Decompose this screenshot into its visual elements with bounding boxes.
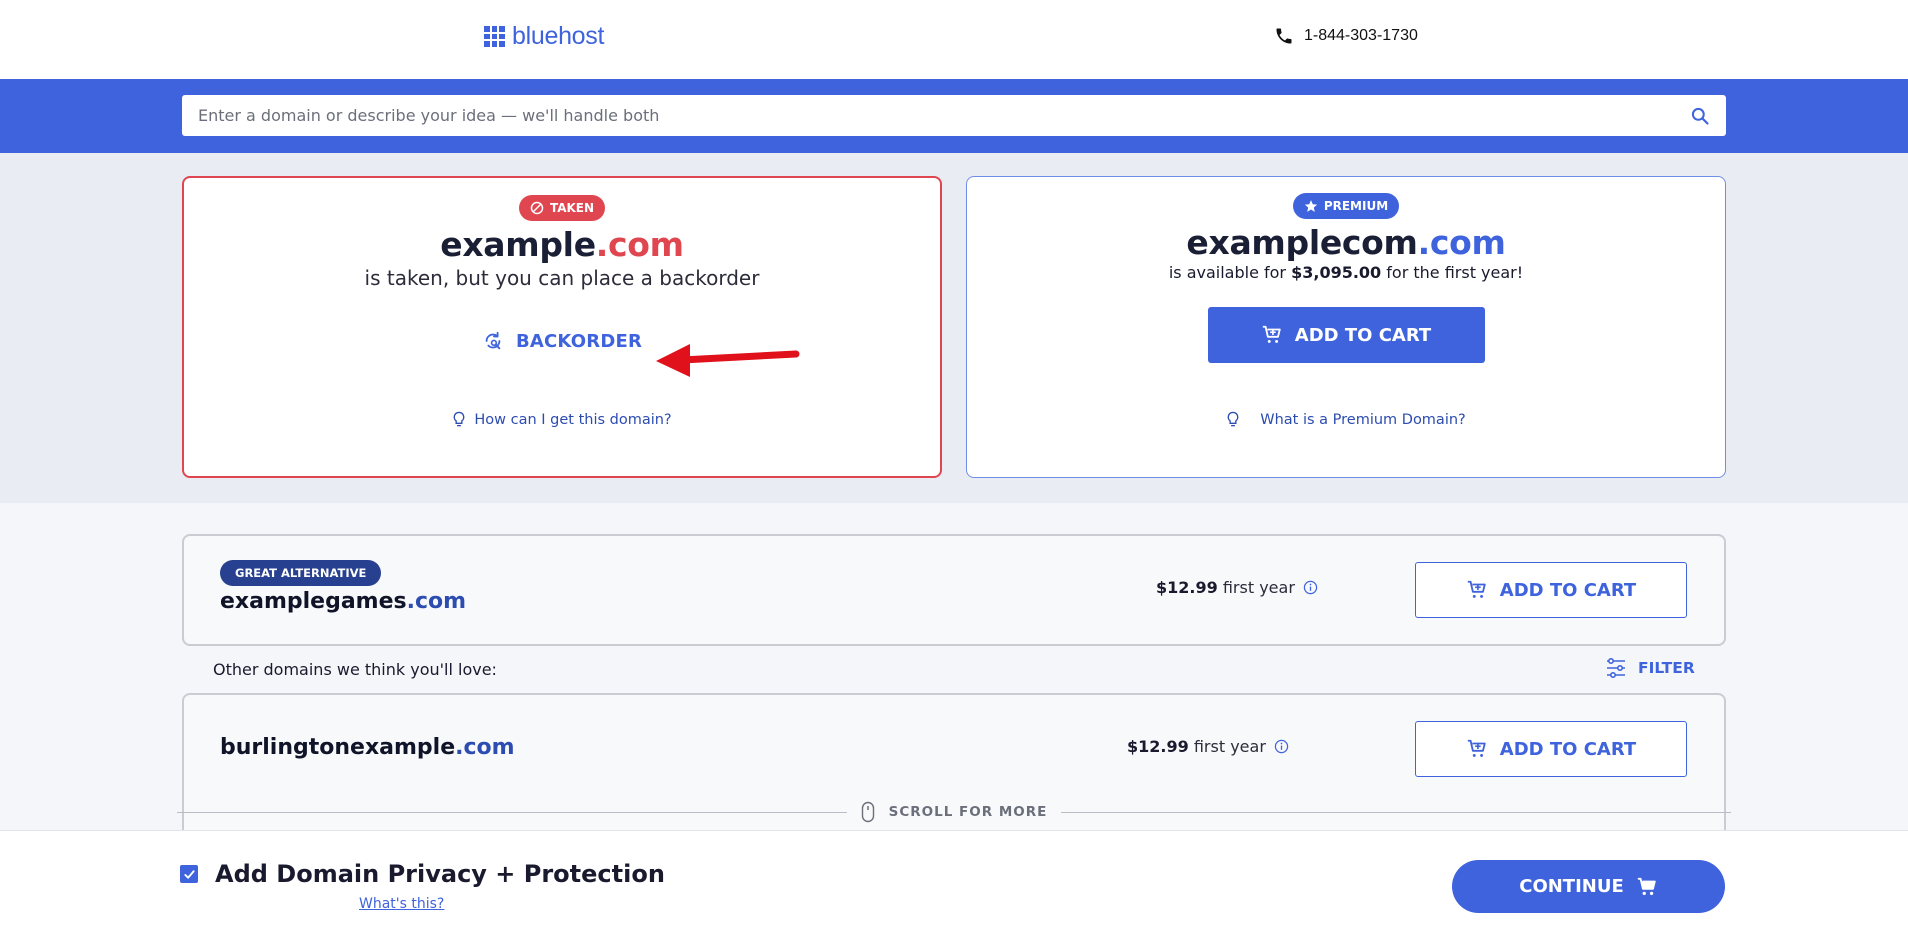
search-band: [0, 79, 1908, 153]
bluehost-logo[interactable]: bluehost: [484, 22, 604, 51]
how-get-domain-link[interactable]: How can I get this domain?: [452, 411, 672, 428]
divider: [1061, 811, 1732, 813]
privacy-checkbox[interactable]: [180, 865, 198, 883]
lightbulb-icon: [1227, 411, 1239, 427]
premium-add-to-cart-button[interactable]: ADD TO CART: [1207, 307, 1485, 363]
domain-list-band: GREAT ALTERNATIVE examplegames.com $12.9…: [0, 503, 1908, 853]
privacy-label: Add Domain Privacy + Protection: [215, 860, 665, 888]
whats-this-link[interactable]: What's this?: [359, 896, 444, 912]
taken-domain-card: TAKEN example.com is taken, but you can …: [182, 176, 942, 478]
filter-button[interactable]: FILTER: [1604, 656, 1695, 680]
top-header: bluehost 1-844-303-1730: [0, 0, 1908, 79]
domain-search-input[interactable]: [198, 106, 1690, 125]
lightbulb-icon: [454, 411, 465, 427]
phone-number: 1-844-303-1730: [1304, 27, 1418, 44]
alternative-price: $12.99 first year: [1156, 578, 1318, 597]
ban-icon: [530, 201, 544, 215]
cart-icon: [1262, 325, 1281, 343]
cart-icon: [1637, 877, 1656, 895]
backorder-button[interactable]: BACKORDER: [482, 330, 642, 352]
suggestion-price: $12.99 first year: [1127, 737, 1289, 756]
taken-subtitle: is taken, but you can place a backorder: [364, 266, 760, 290]
other-domains-label: Other domains we think you'll love:: [213, 660, 497, 679]
alternative-domain-row: GREAT ALTERNATIVE examplegames.com $12.9…: [182, 534, 1726, 646]
result-cards-band: TAKEN example.com is taken, but you can …: [0, 153, 1908, 503]
scroll-for-more-hint: SCROLL FOR MORE: [0, 801, 1908, 823]
logo-text: bluehost: [512, 22, 605, 50]
taken-badge: TAKEN: [518, 195, 606, 221]
search-box: [182, 95, 1726, 136]
premium-domain-card: PREMIUM examplecom.com is available for …: [966, 176, 1726, 478]
checkmark-icon: [183, 869, 195, 879]
info-icon[interactable]: [1274, 739, 1289, 754]
info-icon[interactable]: [1303, 580, 1318, 595]
suggestion-domain-name: burlingtonexample.com: [220, 735, 515, 760]
premium-domain-info-link[interactable]: What is a Premium Domain?: [1226, 411, 1466, 428]
phone-link[interactable]: 1-844-303-1730: [1274, 26, 1418, 46]
alternative-add-to-cart-button[interactable]: ADD TO CART: [1415, 562, 1687, 618]
cart-icon: [1467, 739, 1486, 757]
scroll-hint-text: SCROLL FOR MORE: [888, 804, 1048, 820]
star-icon: [1304, 200, 1317, 212]
checkout-footer: Add Domain Privacy + Protection What's t…: [0, 830, 1908, 940]
alternative-domain-name: examplegames.com: [220, 589, 467, 614]
search-icon[interactable]: [1690, 106, 1710, 126]
filter-icon: [1607, 657, 1625, 678]
logo-grid-icon: [484, 26, 505, 47]
phone-icon: [1276, 28, 1292, 44]
suggestion-list: burlingtonexample.com $12.99 first year …: [182, 693, 1726, 853]
premium-badge: PREMIUM: [1292, 193, 1400, 219]
suggestion-add-to-cart-button[interactable]: ADD TO CART: [1415, 721, 1687, 777]
annotation-arrow: [656, 344, 800, 377]
taken-domain-name: example.com: [440, 225, 684, 264]
backorder-icon: [485, 331, 501, 350]
divider: [176, 811, 847, 813]
premium-domain-name: examplecom.com: [1186, 223, 1506, 262]
continue-button[interactable]: CONTINUE: [1452, 860, 1725, 913]
cart-icon: [1467, 580, 1486, 598]
mouse-icon: [861, 801, 874, 823]
premium-subtitle: is available for $3,095.00 for the first…: [1168, 263, 1524, 282]
great-alternative-badge: GREAT ALTERNATIVE: [220, 560, 382, 586]
